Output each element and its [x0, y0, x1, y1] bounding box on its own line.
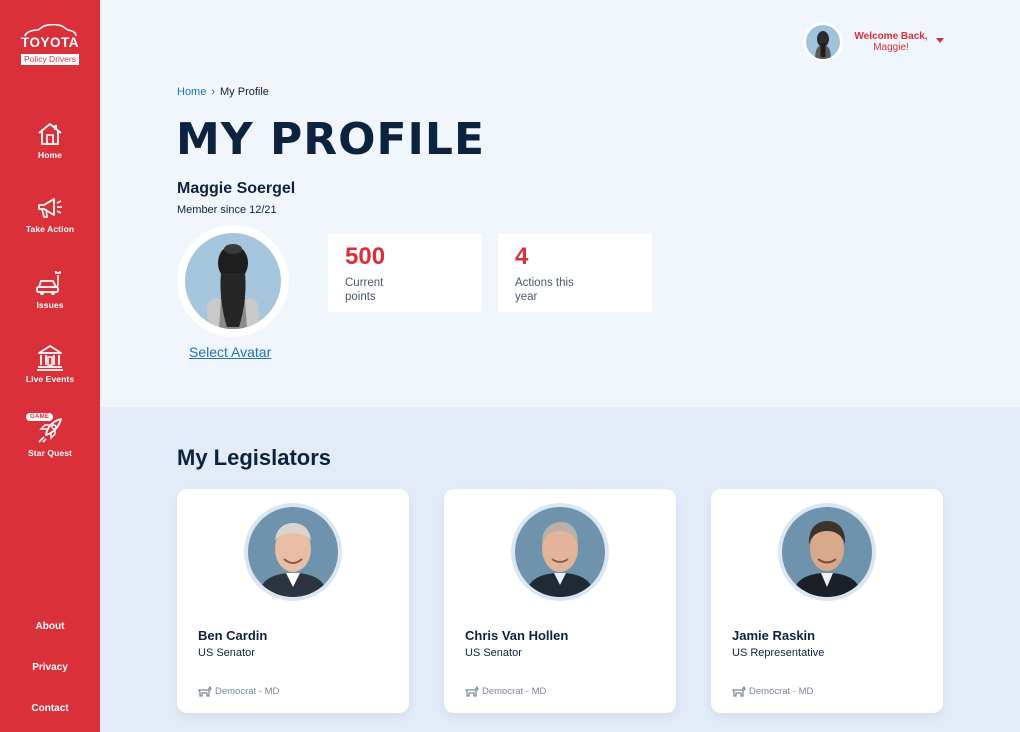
legislator-party: Democrat - MD	[732, 685, 814, 698]
legislator-name: Chris Van Hollen	[465, 628, 569, 643]
contact-link[interactable]: Contact	[0, 703, 100, 714]
rocket-icon	[38, 418, 62, 443]
about-link[interactable]: About	[0, 621, 100, 632]
sidebar-item-label: Live Events	[25, 374, 75, 384]
chevron-right-icon: ›	[211, 86, 216, 98]
donkey-icon	[732, 685, 746, 697]
breadcrumb: Home › My Profile	[177, 86, 269, 98]
sidebar-item-star-quest[interactable]: GAME Star Quest	[0, 413, 100, 458]
sidebar-item-issues[interactable]: Issues	[0, 269, 100, 310]
brand-subtitle: Policy Drivers	[21, 54, 79, 65]
user-menu[interactable]: Welcome Back, Maggie!	[803, 22, 953, 62]
legislator-photo	[244, 503, 342, 601]
welcome-text: Welcome Back, Maggie!	[849, 31, 933, 53]
welcome-line-2: Maggie!	[873, 42, 909, 53]
chevron-down-icon[interactable]	[936, 38, 944, 43]
select-avatar-link[interactable]: Select Avatar	[189, 344, 271, 360]
stat-card-actions: 4 Actions this year	[498, 234, 652, 312]
legislator-party: Democrat - MD	[465, 685, 547, 698]
electric-car-icon	[36, 271, 61, 295]
megaphone-icon	[38, 198, 62, 218]
stat-value: 4	[515, 243, 529, 270]
breadcrumb-current: My Profile	[220, 86, 269, 98]
stat-value: 500	[345, 243, 386, 270]
donkey-icon	[465, 685, 479, 697]
profile-avatar	[177, 225, 289, 337]
avatar-figure-icon	[206, 244, 260, 329]
member-since: Member since 12/21	[177, 204, 277, 216]
legislator-card[interactable]: Chris Van Hollen US Senator Democrat - M…	[444, 489, 676, 713]
legislator-role: US Senator	[198, 647, 255, 659]
sidebar-item-label: Home	[37, 150, 63, 160]
privacy-link[interactable]: Privacy	[0, 662, 100, 673]
legislator-party: Democrat - MD	[198, 685, 280, 698]
capitol-building-icon	[37, 345, 63, 371]
stat-label: Actions this year	[515, 277, 574, 303]
user-avatar	[803, 22, 843, 62]
legislator-card[interactable]: Jamie Raskin US Representative Democrat …	[711, 489, 943, 713]
portrait-icon	[525, 522, 595, 597]
legislator-party-text: Democrat - MD	[215, 686, 280, 698]
game-badge: GAME	[26, 413, 54, 421]
welcome-line-1: Welcome Back,	[854, 31, 928, 42]
legislator-name: Jamie Raskin	[732, 628, 816, 643]
toyota-logo[interactable]: TOYOTA Policy Drivers	[17, 24, 83, 67]
sidebar-item-label: Issues	[36, 300, 64, 310]
stat-card-points: 500 Current points	[328, 234, 482, 312]
legislator-role: US Representative	[732, 647, 825, 659]
section-title: My Legislators	[177, 445, 332, 470]
legislator-role: US Senator	[465, 647, 522, 659]
stat-label: Current points	[345, 277, 384, 303]
donkey-icon	[198, 685, 212, 697]
page-title: MY PROFILE	[176, 114, 486, 165]
avatar-figure-icon	[815, 31, 831, 59]
sidebar-item-label: Take Action	[25, 224, 75, 234]
legislator-party-text: Democrat - MD	[482, 686, 547, 698]
sidebar: TOYOTA Policy Drivers Home Take Action I…	[0, 0, 100, 732]
sidebar-item-home[interactable]: Home	[0, 121, 100, 160]
breadcrumb-home[interactable]: Home	[177, 86, 206, 98]
user-name: Maggie Soergel	[177, 180, 296, 197]
legislator-card[interactable]: Ben Cardin US Senator Democrat - MD	[177, 489, 409, 713]
legislator-name: Ben Cardin	[198, 628, 268, 643]
home-icon	[38, 122, 62, 145]
portrait-icon	[258, 523, 328, 597]
brand-name: TOYOTA	[20, 35, 79, 50]
legislator-party-text: Democrat - MD	[749, 686, 814, 698]
legislator-photo	[778, 503, 876, 601]
sidebar-item-label: Star Quest	[28, 448, 72, 458]
sidebar-item-live-events[interactable]: Live Events	[0, 343, 100, 384]
sidebar-item-take-action[interactable]: Take Action	[0, 195, 100, 234]
portrait-icon	[792, 521, 862, 597]
legislator-photo	[511, 503, 609, 601]
